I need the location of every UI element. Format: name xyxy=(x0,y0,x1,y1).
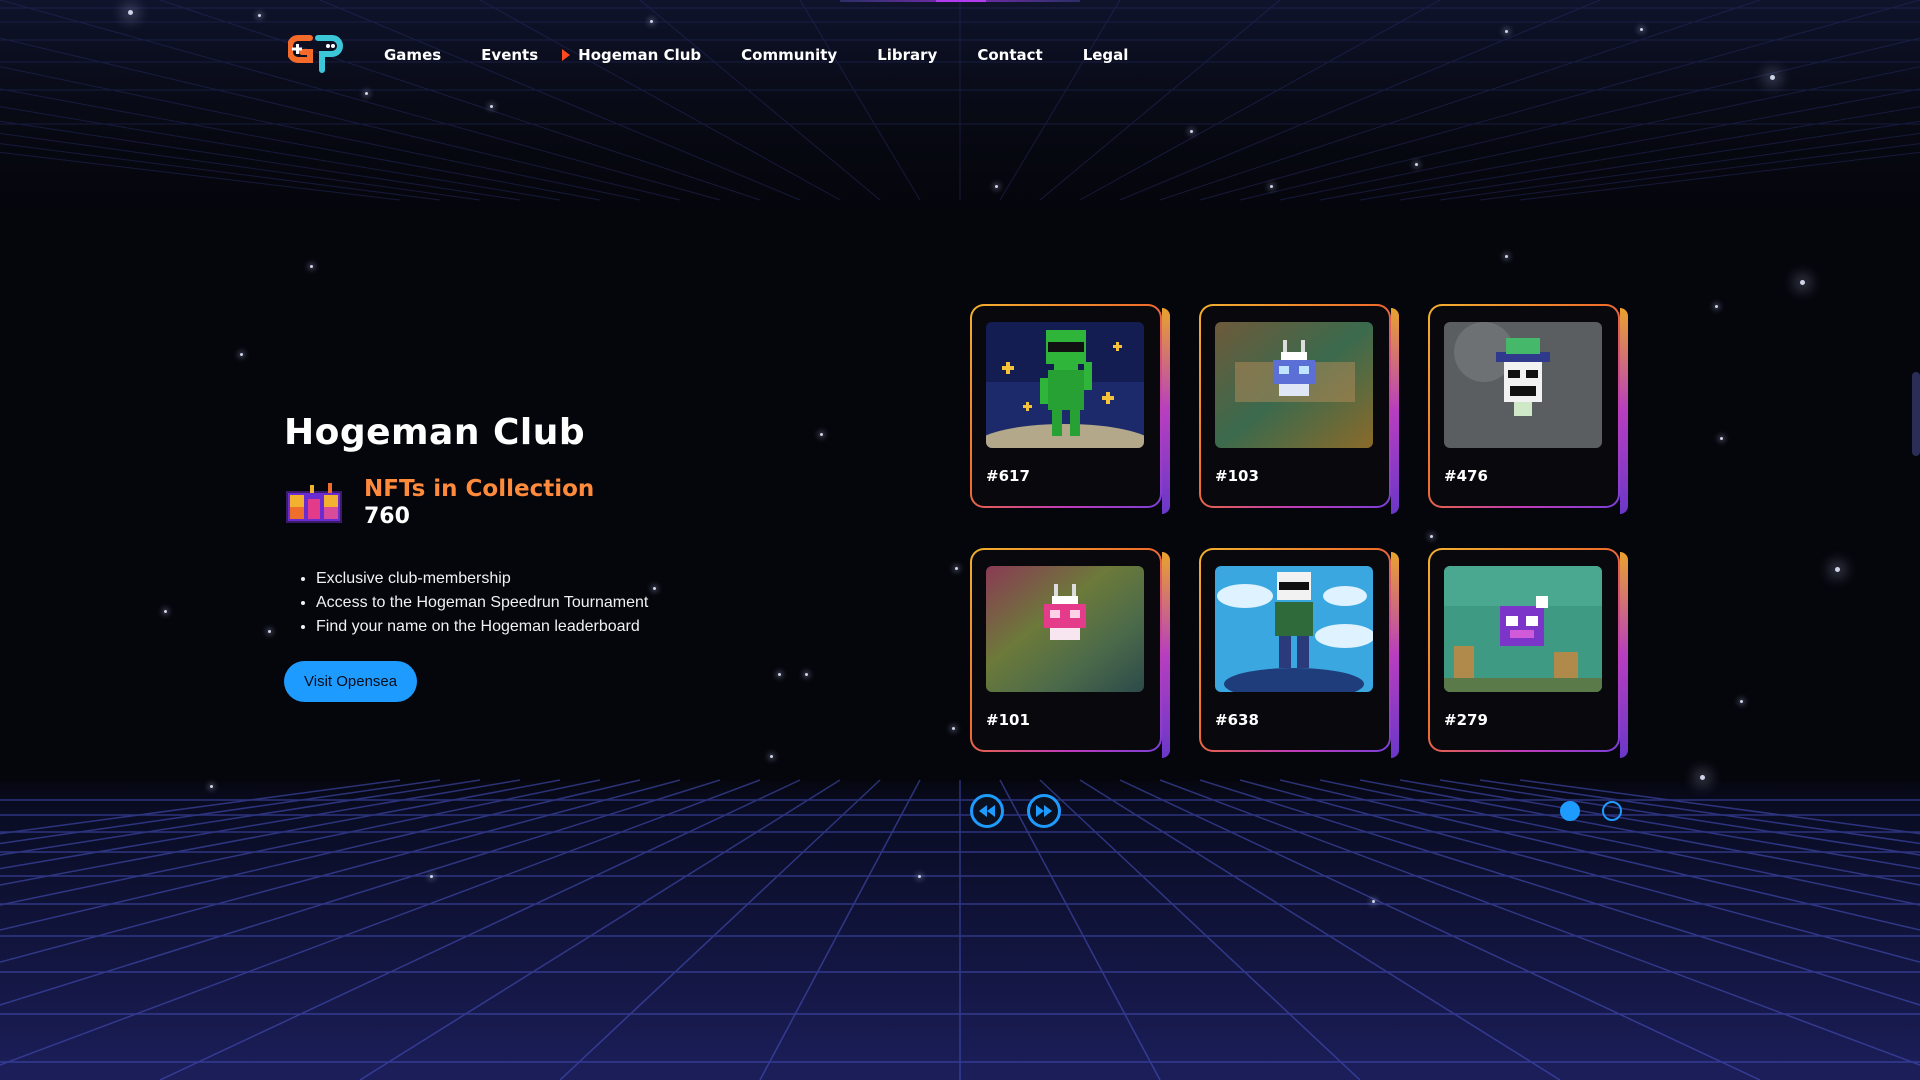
star xyxy=(240,353,243,356)
card-frame: #279 xyxy=(1428,548,1620,752)
purple-creature-icon xyxy=(1444,566,1602,692)
star xyxy=(820,433,823,436)
stat-value: 760 xyxy=(364,504,410,529)
card-edge xyxy=(1620,308,1628,514)
star xyxy=(952,727,955,730)
collection-stat: NFTs in Collection 760 xyxy=(284,475,804,531)
treasure-chest-icon xyxy=(286,483,342,523)
nft-id: #476 xyxy=(1444,467,1488,485)
list-item: Find your name on the Hogeman leaderboar… xyxy=(316,615,804,639)
nav-legal[interactable]: Legal xyxy=(1083,46,1129,64)
nav-label: Community xyxy=(741,46,838,64)
blue-robot-icon xyxy=(1215,322,1373,448)
card-frame: #476 xyxy=(1428,304,1620,508)
star xyxy=(1505,255,1508,258)
nav-label: Legal xyxy=(1082,46,1129,64)
nft-card[interactable]: #103 xyxy=(1199,304,1399,514)
star xyxy=(210,785,213,788)
next-button[interactable] xyxy=(1027,794,1061,828)
nav-contact[interactable]: Contact xyxy=(977,46,1042,64)
nft-card[interactable]: #279 xyxy=(1428,548,1628,758)
prev-button[interactable] xyxy=(970,794,1004,828)
star xyxy=(1430,535,1433,538)
star xyxy=(1720,437,1723,440)
card-frame: #103 xyxy=(1199,304,1391,508)
star xyxy=(1372,900,1375,903)
nft-card[interactable]: #476 xyxy=(1428,304,1628,514)
nav-community[interactable]: Community xyxy=(741,46,837,64)
nav-label: Games xyxy=(384,46,442,64)
card-frame: #617 xyxy=(970,304,1162,508)
fast-forward-icon xyxy=(1036,805,1052,817)
carousel-page-dot-2[interactable] xyxy=(1602,801,1622,821)
nav-label: Library xyxy=(877,46,938,64)
card-edge xyxy=(1162,308,1170,514)
top-navigation: Games Events Hogeman Club Community Libr… xyxy=(0,0,1920,110)
nav-library[interactable]: Library xyxy=(877,46,937,64)
list-item: Access to the Hogeman Speedrun Tournamen… xyxy=(316,591,804,615)
green-hat-skull-icon xyxy=(1444,322,1602,448)
stat-label: NFTs in Collection xyxy=(364,476,595,502)
card-edge xyxy=(1391,552,1399,758)
star xyxy=(164,610,167,613)
nft-id: #103 xyxy=(1215,467,1259,485)
gp-logo-icon[interactable] xyxy=(288,32,346,76)
rewind-icon xyxy=(979,805,995,817)
list-item: Exclusive club-membership xyxy=(316,567,804,591)
card-frame: #638 xyxy=(1199,548,1391,752)
star xyxy=(310,265,313,268)
star xyxy=(955,567,958,570)
nav-hogeman-club[interactable]: Hogeman Club xyxy=(562,46,702,64)
star xyxy=(1800,280,1805,285)
nft-id: #617 xyxy=(986,467,1030,485)
active-marker-icon xyxy=(562,49,571,61)
hero-section: Hogeman Club NFTs in Collection 760 Excl… xyxy=(284,412,804,702)
nav-label: Contact xyxy=(977,46,1043,64)
nav-events[interactable]: Events xyxy=(481,46,538,64)
card-edge xyxy=(1391,308,1399,514)
nft-card[interactable]: #617 xyxy=(970,304,1170,514)
star xyxy=(430,875,433,878)
card-frame: #101 xyxy=(970,548,1162,752)
page-title: Hogeman Club xyxy=(284,412,586,453)
visit-opensea-button[interactable]: Visit Opensea xyxy=(284,661,418,702)
star xyxy=(1835,567,1840,572)
star xyxy=(268,630,271,633)
nft-card[interactable]: #638 xyxy=(1199,548,1399,758)
nft-card[interactable]: #101 xyxy=(970,548,1170,758)
star xyxy=(1700,775,1705,780)
nav-label: Events xyxy=(481,46,539,64)
nft-id: #279 xyxy=(1444,711,1488,729)
nft-id: #101 xyxy=(986,711,1030,729)
feature-list: Exclusive club-membership Access to the … xyxy=(284,567,804,639)
star xyxy=(1190,130,1193,133)
star xyxy=(918,875,921,878)
nav-games[interactable]: Games xyxy=(384,46,441,64)
star xyxy=(1415,163,1418,166)
star xyxy=(770,755,773,758)
star xyxy=(995,185,998,188)
star xyxy=(805,673,808,676)
scrollbar-thumb[interactable] xyxy=(1912,372,1920,456)
carousel-page-dot-1[interactable] xyxy=(1560,801,1580,821)
star xyxy=(1270,185,1273,188)
card-edge xyxy=(1620,552,1628,758)
star xyxy=(1740,700,1743,703)
nft-id: #638 xyxy=(1215,711,1259,729)
pink-robot-icon xyxy=(986,566,1144,692)
nav-label: Hogeman Club xyxy=(578,46,702,64)
card-edge xyxy=(1162,552,1170,758)
skull-man-sky-icon xyxy=(1215,566,1373,692)
green-alien-icon xyxy=(986,322,1144,448)
star xyxy=(1715,305,1718,308)
